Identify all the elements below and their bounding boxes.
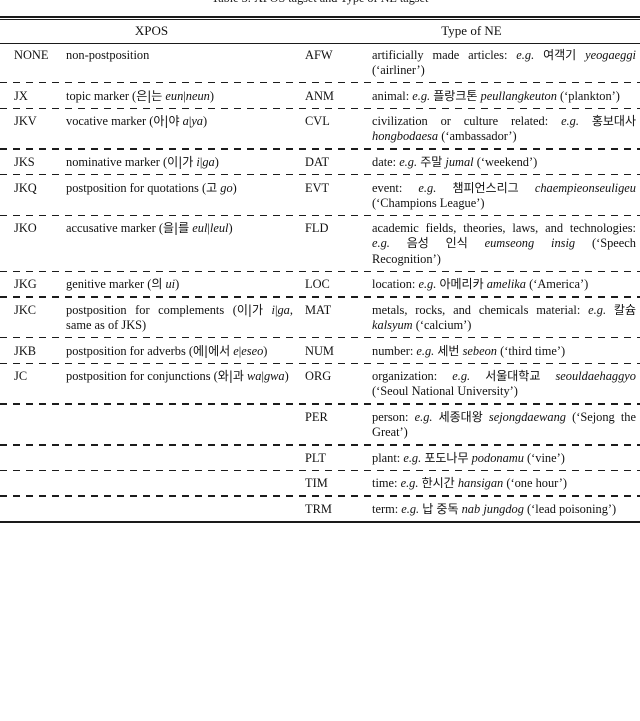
ne-description-cell: artificially made articles: e.g. 여객기 yeo… xyxy=(372,47,636,77)
ne-description-cell: animal: e.g. 플랑크톤 peullangkeuton (‘plank… xyxy=(372,88,620,103)
ne-description-cell: civilization or culture related: e.g. 홍보… xyxy=(372,114,636,144)
table-row: PLT plant: e.g. 포도나무 podonamu (‘vine’) xyxy=(0,447,640,470)
table-row: JC postposition for conjunctions (와|과 wa|… xyxy=(0,366,640,404)
xpos-tag-cell: NONE xyxy=(14,47,49,62)
xpos-description-cell: nominative marker (이|가 i|ga) xyxy=(66,154,219,169)
xpos-tag-cell: JKG xyxy=(14,277,37,292)
xpos-description-cell: postposition for conjunctions (와|과 wa|gw… xyxy=(66,369,289,384)
table-row: NONE non-postposition AFW artificially made… xyxy=(0,44,640,82)
table-row: JKO accusative marker (을|를 eul|leul) FLD ac… xyxy=(0,218,640,271)
xpos-description-cell: postposition for quotations (고 go) xyxy=(66,180,237,195)
ne-tag-cell: ORG xyxy=(305,369,332,384)
ne-tag-cell: FLD xyxy=(305,221,329,236)
xpos-description-cell xyxy=(66,406,303,444)
ne-description-cell: date: e.g. 주말 jumal (‘weekend’) xyxy=(372,154,538,169)
table-row: TIM time: e.g. 한시간 hansigan (‘one hour’) xyxy=(0,473,640,496)
xpos-tag-cell xyxy=(0,447,66,470)
ne-tag-cell: PER xyxy=(305,409,328,424)
xpos-ne-table: XPOS Type of NE NONE non-postposition AFW a… xyxy=(0,16,640,523)
ne-tag-cell: TRM xyxy=(305,501,332,516)
xpos-description-cell: non-postposition xyxy=(66,47,150,62)
xpos-tag-cell: JKQ xyxy=(14,180,37,195)
ne-description-cell: metals, rocks, and chemicals material: e… xyxy=(372,302,637,332)
xpos-tag-cell: JKC xyxy=(14,302,37,317)
ne-description-cell: number: e.g. 세번 sebeon (‘third time’) xyxy=(372,343,566,358)
table-row: JKS nominative marker (이|가 i|ga) DAT date: … xyxy=(0,151,640,174)
xpos-tag-cell: JKO xyxy=(14,221,37,236)
table-bottom-rule xyxy=(0,521,640,523)
ne-description-cell: time: e.g. 한시간 hansigan (‘one hour’) xyxy=(372,476,568,491)
xpos-description-cell xyxy=(66,498,303,521)
table-row: JKC postposition for complements (이|가 i|g… xyxy=(0,299,640,337)
ne-description-cell: event: e.g. 챔피언스리그 chaempieonseuligeu (‘… xyxy=(372,180,636,210)
header-xpos: XPOS xyxy=(134,23,169,38)
ne-tag-cell: PLT xyxy=(305,450,326,465)
table-row: JKQ postposition for quotations (고 go) EVT… xyxy=(0,177,640,215)
table-row: TRM term: e.g. 납 중독 nab jungdog (‘lead po… xyxy=(0,498,640,521)
ne-description-cell: term: e.g. 납 중독 nab jungdog (‘lead poiso… xyxy=(372,501,617,516)
xpos-description-cell: postposition for complements (이|가 i|ga, … xyxy=(66,302,293,332)
xpos-tag-cell: JKV xyxy=(14,114,37,129)
ne-tag-cell: EVT xyxy=(305,180,330,195)
xpos-description-cell: vocative marker (아|야 a|ya) xyxy=(66,114,208,129)
ne-tag-cell: CVL xyxy=(305,114,330,129)
ne-tag-cell: AFW xyxy=(305,47,333,62)
bottom-rule-line xyxy=(0,521,640,523)
table-body: XPOS Type of NE NONE non-postposition AFW a… xyxy=(0,16,640,523)
xpos-tag-cell: JKB xyxy=(14,343,37,358)
xpos-description-cell: genitive marker (의 ui) xyxy=(66,277,180,292)
ne-tag-cell: NUM xyxy=(305,343,334,358)
table-row: JX topic marker (은|는 eun|neun) ANM animal: … xyxy=(0,85,640,108)
header-type-of-ne: Type of NE xyxy=(441,23,502,38)
xpos-tag-cell: JC xyxy=(14,369,28,384)
xpos-tag-cell xyxy=(0,406,66,444)
table-row: JKG genitive marker (의 ui) LOC location: e.… xyxy=(0,274,640,297)
ne-description-cell: plant: e.g. 포도나무 podonamu (‘vine’) xyxy=(372,450,565,465)
xpos-description-cell: topic marker (은|는 eun|neun) xyxy=(66,88,215,103)
xpos-tag-cell: JKS xyxy=(14,154,35,169)
ne-description-cell: academic fields, theories, laws, and tec… xyxy=(372,221,636,266)
xpos-tag-cell xyxy=(0,473,66,496)
table-row: JKV vocative marker (아|야 a|ya) CVL civiliza… xyxy=(0,111,640,149)
ne-tag-cell: LOC xyxy=(305,277,330,292)
xpos-description-cell xyxy=(66,447,303,470)
xpos-tag-cell xyxy=(0,498,66,521)
ne-description-cell: person: e.g. 세종대왕 sejongdaewang (‘Sejong… xyxy=(372,409,636,439)
ne-tag-cell: MAT xyxy=(305,302,332,317)
ne-tag-cell: ANM xyxy=(305,88,334,103)
table-row: PER person: e.g. 세종대왕 sejongdaewang (‘Sej… xyxy=(0,406,640,444)
ne-tag-cell: DAT xyxy=(305,154,330,169)
table-header-row: XPOS Type of NE xyxy=(0,20,640,43)
xpos-description-cell: postposition for adverbs (에|에서 e|eseo) xyxy=(66,343,268,358)
xpos-tag-cell: JX xyxy=(14,88,28,103)
table-container: XPOS Type of NE NONE non-postposition AFW a… xyxy=(0,16,640,523)
ne-description-cell: organization: e.g. 서울대학교 seouldaehaggyo … xyxy=(372,369,636,399)
table-caption-clipped: Table 3: XPOS tagset and Type of NE tags… xyxy=(0,0,640,5)
ne-tag-cell: TIM xyxy=(305,476,328,491)
xpos-description-cell: accusative marker (을|를 eul|leul) xyxy=(66,221,233,236)
table-row: JKB postposition for adverbs (에|에서 e|eseo… xyxy=(0,340,640,363)
xpos-description-cell xyxy=(66,473,303,496)
ne-description-cell: location: e.g. 아메리카 amelika (‘America’) xyxy=(372,277,589,292)
